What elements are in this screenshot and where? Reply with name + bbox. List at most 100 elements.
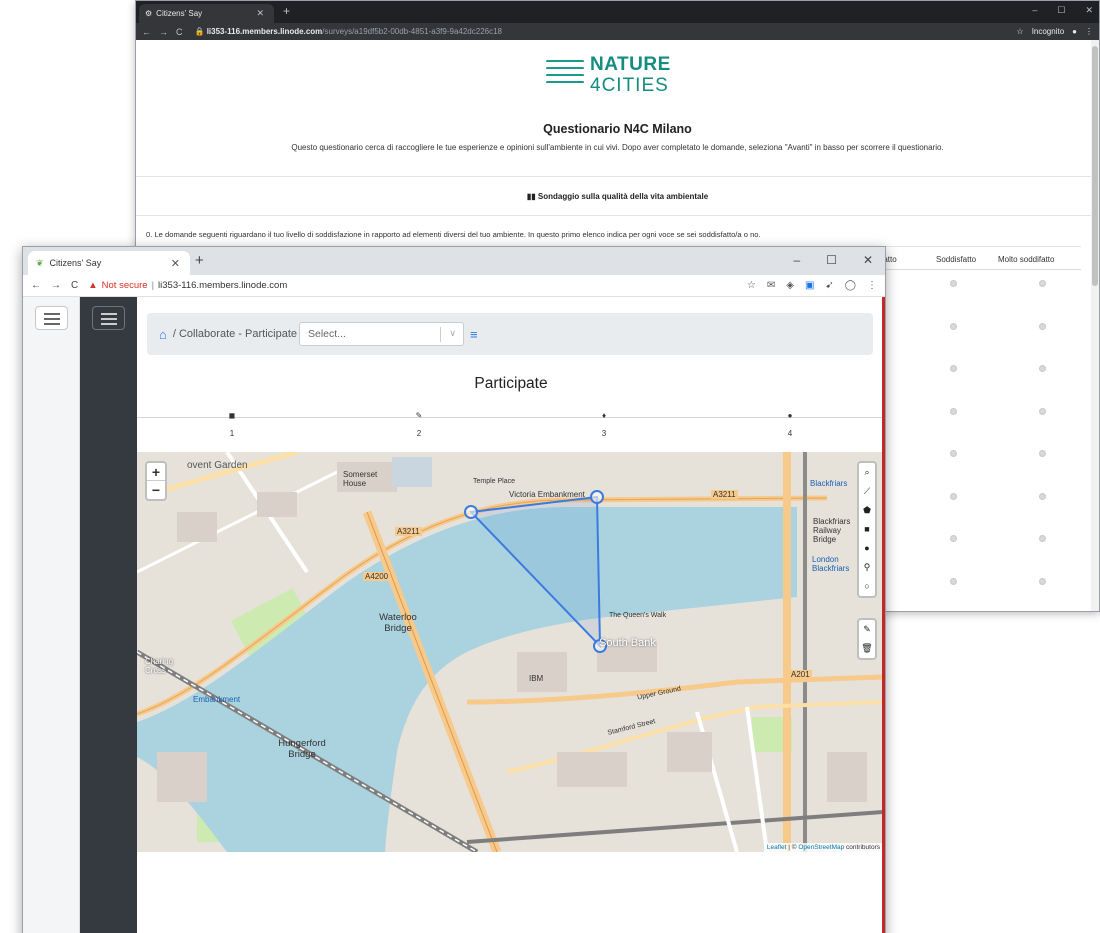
- back-arrow-icon[interactable]: ←: [142, 27, 151, 37]
- step-1[interactable]: ◼ 1: [217, 411, 247, 438]
- satisfaction-radio[interactable]: [1039, 492, 1046, 500]
- hamburger-menu-icon[interactable]: [35, 306, 68, 330]
- participate-browser-window: ❦ Citizens' Say ✕ + – ☐ ✕ ← → C ▲ Not se…: [22, 246, 886, 933]
- step-number: 4: [787, 429, 793, 438]
- survey-description: Questo questionario cerca di raccogliere…: [291, 143, 944, 152]
- satisfaction-radio[interactable]: [950, 322, 957, 330]
- satisfaction-radio[interactable]: [1039, 280, 1046, 287]
- project-select[interactable]: Select... ∨: [299, 322, 464, 346]
- search-icon[interactable]: ⌕: [859, 463, 875, 482]
- stepper-line: [137, 417, 885, 418]
- bookmark-star-icon[interactable]: ☆: [1017, 27, 1024, 36]
- main-content: ⌂ / Collaborate - Participate Select... …: [137, 297, 885, 933]
- chevron-down-icon[interactable]: ∨: [449, 328, 456, 339]
- minimize-icon[interactable]: –: [1032, 5, 1037, 16]
- back-tab[interactable]: ⚙ Citizens' Say ✕: [139, 4, 274, 23]
- lock-icon: 🔒: [194, 27, 207, 36]
- map-label: Victoria Embankment: [509, 490, 585, 499]
- satisfaction-radio[interactable]: [1039, 322, 1046, 330]
- menu-kebab-icon[interactable]: ⋮: [1085, 27, 1093, 36]
- front-tab[interactable]: ❦ Citizens' Say ✕: [28, 251, 190, 275]
- draw-toolbar: ⌕ ⟋ ⬟ ■ ● ⚲ ○: [857, 461, 877, 598]
- front-url-field[interactable]: ▲ Not secure | li353-116.members.linode.…: [88, 280, 737, 291]
- maximize-icon[interactable]: ☐: [826, 253, 837, 267]
- step-2[interactable]: ✎ 2: [404, 411, 434, 438]
- edit-icon[interactable]: ✎: [859, 620, 875, 639]
- logo-line2: 4CITIES: [590, 75, 669, 96]
- zoom-in-button[interactable]: +: [147, 463, 165, 481]
- leaf-favicon-icon: ❦: [36, 257, 44, 268]
- profile-icon[interactable]: ◯: [845, 280, 856, 291]
- calendar-extension-icon[interactable]: ▣: [805, 280, 814, 291]
- not-secure-label: Not secure: [101, 280, 148, 291]
- circle-marker-icon[interactable]: ●: [859, 539, 875, 558]
- cursor-extension-icon[interactable]: ➹: [825, 280, 833, 291]
- step-3[interactable]: ♦ 3: [589, 411, 619, 438]
- maximize-icon[interactable]: ☐: [1057, 5, 1065, 16]
- menu-kebab-icon[interactable]: ⋮: [867, 280, 877, 291]
- warning-icon: ▲: [88, 280, 98, 291]
- satisfaction-radio[interactable]: [950, 280, 957, 287]
- new-tab-button[interactable]: +: [283, 4, 290, 18]
- comments-icon: ●: [787, 411, 793, 420]
- extension-icon[interactable]: ◈: [786, 280, 794, 291]
- satisfaction-radio[interactable]: [950, 535, 957, 542]
- step-number: 3: [601, 429, 607, 438]
- mail-extension-icon[interactable]: ✉: [767, 280, 775, 291]
- reload-icon[interactable]: C: [71, 280, 78, 291]
- page-scrollbar[interactable]: [1091, 40, 1099, 611]
- breadcrumb-current: Collaborate - Participate: [178, 328, 297, 340]
- hamburger-menu-icon[interactable]: [92, 306, 125, 330]
- divider: [136, 215, 1099, 216]
- satisfaction-radio[interactable]: [950, 450, 957, 457]
- satisfaction-radio[interactable]: [950, 492, 957, 500]
- satisfaction-radio[interactable]: [1039, 535, 1046, 542]
- scrollbar-thumb[interactable]: [1092, 46, 1098, 286]
- map-label: Temple Place: [473, 478, 516, 485]
- attribution-tail: contributors: [844, 844, 880, 851]
- close-window-icon[interactable]: ✕: [863, 253, 873, 267]
- question-text: 0. Le domande seguenti riguardano il tuo…: [146, 230, 761, 239]
- satisfaction-radio[interactable]: [950, 407, 957, 415]
- satisfaction-radio[interactable]: [1039, 365, 1046, 372]
- app-body: ⌂ / Collaborate - Participate Select... …: [23, 297, 885, 933]
- url-host: li353-116.members.linode.com: [206, 27, 323, 36]
- satisfaction-radio[interactable]: [1039, 450, 1046, 457]
- leaflet-link[interactable]: Leaflet: [767, 844, 787, 851]
- back-arrow-icon[interactable]: ←: [31, 280, 41, 291]
- map-attribution: Leaflet | © OpenStreetMap contributors: [763, 843, 883, 852]
- tab-close-icon[interactable]: ✕: [256, 8, 264, 19]
- forward-arrow-icon[interactable]: →: [51, 280, 61, 291]
- back-url-field[interactable]: 🔒 li353-116.members.linode.com/surveys/a…: [191, 27, 1009, 36]
- bookmark-star-icon[interactable]: ☆: [747, 280, 756, 291]
- breadcrumb: ⌂ / Collaborate - Participate Select... …: [147, 313, 873, 355]
- outer-sidebar: [23, 297, 80, 933]
- map-canvas[interactable]: ovent Garden Somerset House Victoria Emb…: [137, 452, 883, 852]
- satisfaction-radio[interactable]: [950, 577, 957, 585]
- list-view-icon[interactable]: ≡: [470, 327, 478, 342]
- circle-icon[interactable]: ○: [859, 577, 875, 596]
- new-tab-button[interactable]: +: [195, 252, 204, 269]
- polygon-icon[interactable]: ⬟: [859, 501, 875, 520]
- step-4[interactable]: ● 4: [775, 411, 805, 438]
- reload-icon[interactable]: C: [176, 27, 183, 37]
- zoom-out-button[interactable]: −: [147, 481, 165, 499]
- step-number: 2: [416, 429, 422, 438]
- select-placeholder: Select...: [308, 328, 346, 340]
- incognito-icon[interactable]: ●: [1072, 27, 1077, 36]
- home-icon[interactable]: ⌂: [159, 327, 167, 342]
- rectangle-icon[interactable]: ■: [859, 520, 875, 539]
- polyline-icon[interactable]: ⟋: [859, 482, 875, 501]
- tab-close-icon[interactable]: ✕: [171, 257, 180, 270]
- minimize-icon[interactable]: –: [793, 253, 800, 267]
- osm-link[interactable]: OpenStreetMap: [798, 844, 844, 851]
- satisfaction-radio[interactable]: [950, 365, 957, 372]
- close-window-icon[interactable]: ✕: [1085, 5, 1093, 16]
- marker-icon[interactable]: ⚲: [859, 558, 875, 577]
- map-label: A201: [789, 670, 812, 679]
- trash-icon[interactable]: 🗑: [859, 639, 875, 658]
- section-heading: ▮▮ Sondaggio sulla qualità della vita am…: [136, 192, 1099, 201]
- satisfaction-radio[interactable]: [1039, 577, 1046, 585]
- forward-arrow-icon[interactable]: →: [159, 27, 168, 37]
- satisfaction-radio[interactable]: [1039, 407, 1046, 415]
